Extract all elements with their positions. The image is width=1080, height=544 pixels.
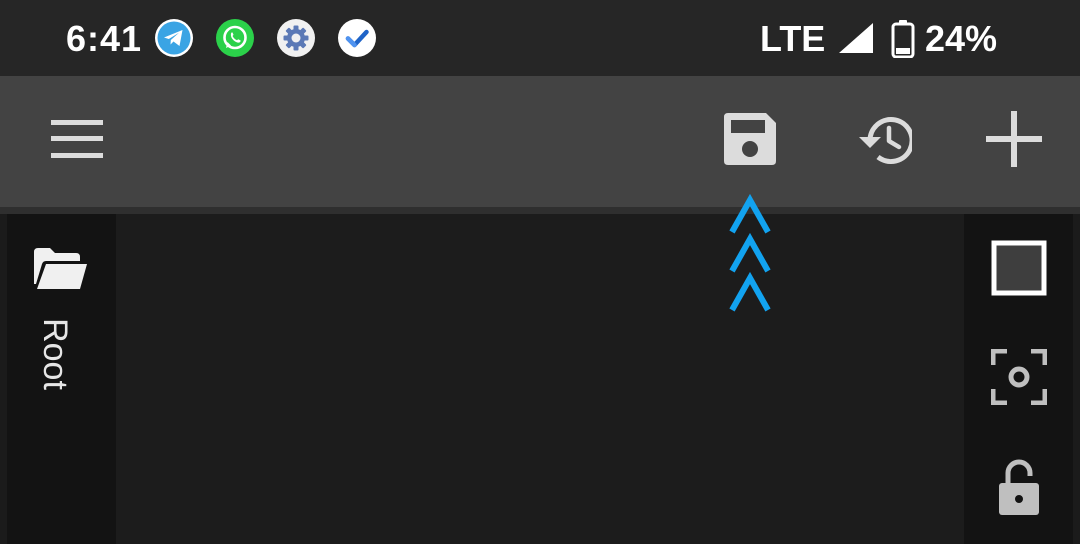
chevron-up-icon — [729, 272, 771, 312]
status-time: 6:41 — [66, 18, 143, 59]
save-button[interactable] — [700, 76, 800, 207]
network-type: LTE — [760, 18, 826, 59]
focus-capture-button[interactable] — [987, 347, 1051, 411]
whatsapp-icon — [215, 18, 255, 58]
triple-chevron-up-icon — [729, 194, 771, 312]
menu-button[interactable] — [27, 76, 127, 207]
telegram-icon — [154, 18, 194, 58]
folder-open-icon[interactable] — [34, 248, 88, 295]
chevron-up-icon — [729, 194, 771, 234]
lock-button[interactable] — [987, 458, 1051, 522]
focus-capture-icon — [990, 348, 1048, 410]
status-bar: 6:41 LTE 24% — [0, 0, 1080, 76]
app-screen: 6:41 LTE 24% Root — [0, 0, 1080, 544]
signal-icon — [838, 22, 874, 59]
app-toolbar — [0, 76, 1080, 207]
history-button[interactable] — [834, 76, 934, 207]
lock-icon — [997, 459, 1041, 522]
add-icon — [986, 111, 1042, 172]
menu-icon — [51, 120, 103, 163]
battery-percent: 24% — [925, 18, 998, 59]
save-icon — [722, 111, 778, 172]
square-icon — [991, 240, 1047, 301]
editor-canvas[interactable] — [116, 214, 964, 544]
battery-icon — [891, 20, 915, 63]
folder-root-label[interactable]: Root — [36, 318, 74, 390]
add-button[interactable] — [964, 76, 1064, 207]
tasks-check-icon — [337, 18, 377, 58]
square-button[interactable] — [987, 238, 1051, 302]
settings-gear-icon — [276, 18, 316, 58]
toolbar-divider — [0, 207, 1080, 214]
chevron-up-icon — [729, 233, 771, 273]
history-icon — [856, 113, 915, 170]
